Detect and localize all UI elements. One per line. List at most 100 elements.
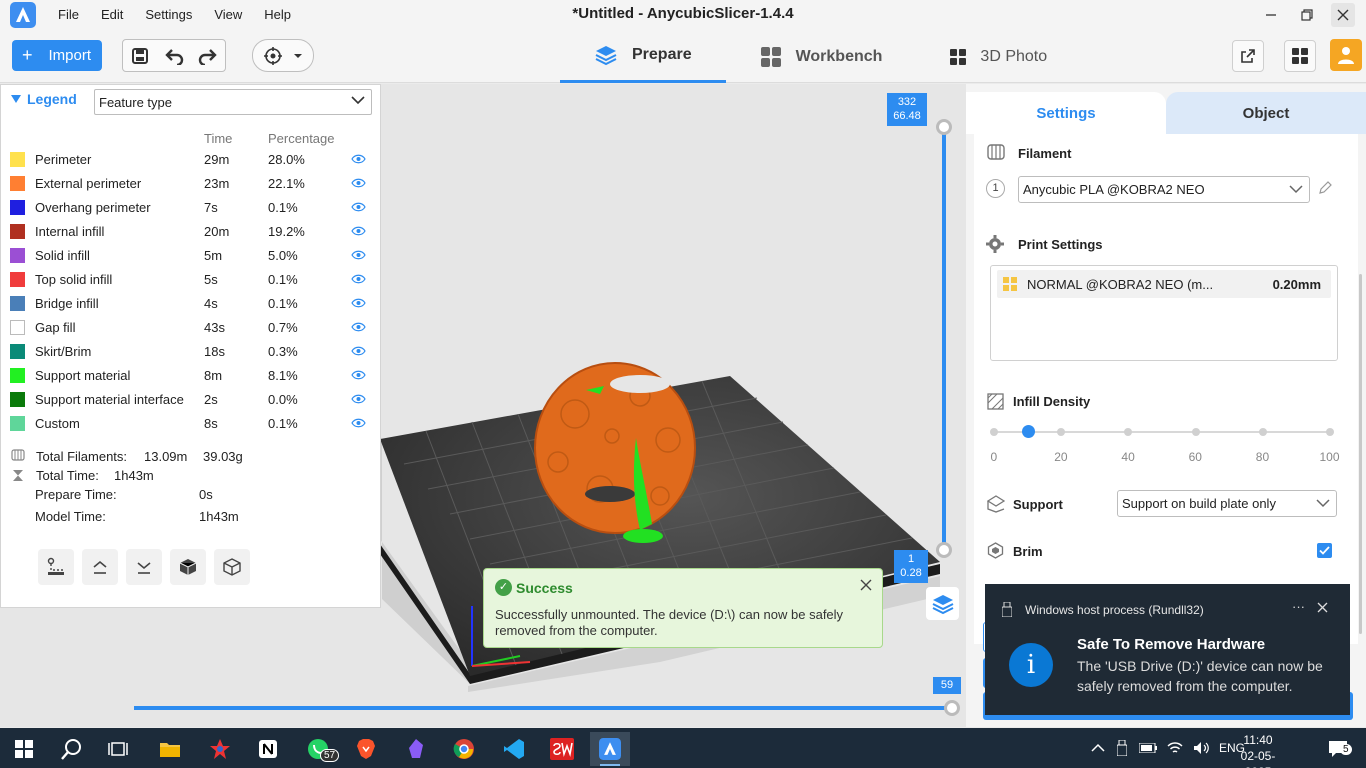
notification-title: Safe To Remove Hardware — [1077, 636, 1266, 653]
minimize-button[interactable] — [1259, 3, 1283, 27]
save-button[interactable] — [123, 40, 157, 71]
apps-button[interactable] — [1284, 40, 1316, 72]
move-slider[interactable] — [134, 706, 952, 710]
user-avatar[interactable] — [1330, 39, 1362, 71]
layer-range-slider[interactable] — [942, 126, 946, 550]
travel-toggle-button[interactable] — [38, 549, 74, 585]
move-slider-value: 59 — [933, 677, 961, 694]
move-slider-handle[interactable] — [944, 700, 960, 716]
top-layer-handle[interactable] — [936, 119, 952, 135]
eye-icon[interactable] — [351, 298, 366, 308]
volume-icon[interactable] — [1193, 741, 1209, 755]
eye-icon[interactable] — [351, 226, 366, 236]
tab-3d-photo-label: 3D Photo — [980, 47, 1048, 65]
tab-workbench[interactable]: Workbench — [726, 30, 917, 83]
infill-slider-track[interactable] — [994, 431, 1330, 433]
eye-icon[interactable] — [351, 154, 366, 164]
legend-item-percentage: 5.0% — [268, 248, 298, 263]
wifi-icon[interactable] — [1167, 741, 1183, 755]
toast-close-button[interactable] — [860, 576, 872, 596]
legend-toggle[interactable]: Legend — [11, 91, 77, 107]
eye-icon[interactable] — [351, 274, 366, 284]
taskbar-notion[interactable] — [248, 732, 288, 766]
eye-icon[interactable] — [351, 202, 366, 212]
legend-type-select[interactable]: Feature type — [94, 89, 372, 115]
eye-icon[interactable] — [351, 322, 366, 332]
usb-tray-icon[interactable] — [1117, 740, 1127, 756]
whatsapp-badge: 57 — [320, 749, 340, 762]
bottom-layer-tag: 1 0.28 — [894, 550, 928, 583]
eye-icon[interactable] — [351, 370, 366, 380]
hourglass-icon — [13, 470, 23, 481]
eye-icon[interactable] — [351, 394, 366, 404]
infill-tick[interactable] — [990, 428, 998, 436]
infill-tick[interactable] — [1258, 428, 1267, 436]
taskbar-obsidian[interactable] — [396, 732, 436, 766]
legend-item-name: Bridge infill — [35, 296, 99, 311]
taskbar-whatsapp[interactable]: 57 — [298, 732, 340, 766]
chevrons-down-icon — [137, 562, 151, 574]
import-button[interactable]: + Import — [12, 40, 102, 71]
main-toolbar: + Import Prepare Workbench 3D Photo — [0, 30, 1366, 83]
undo-button[interactable] — [157, 40, 191, 71]
brim-checkbox[interactable] — [1317, 543, 1332, 558]
view-dropdown[interactable] — [252, 39, 314, 72]
infill-tick[interactable] — [1326, 428, 1334, 436]
edit-pencil-icon[interactable] — [1318, 181, 1332, 195]
clock-time: 11:40 — [1243, 733, 1273, 747]
notification-close-button[interactable] — [1317, 600, 1328, 616]
notification-more-button[interactable]: ··· — [1292, 599, 1305, 614]
infill-tick[interactable] — [1124, 428, 1133, 436]
taskbar-paint-app[interactable] — [200, 732, 240, 766]
clock[interactable]: 11:40 02-05-2025 — [1232, 732, 1284, 768]
infill-tick[interactable] — [1191, 428, 1200, 436]
eye-icon[interactable] — [351, 346, 366, 356]
collapse-down-button[interactable] — [126, 549, 162, 585]
print-profile-select[interactable]: NORMAL @KOBRA2 NEO (m... 0.20mm — [997, 270, 1331, 298]
legend-item-name: Gap fill — [35, 320, 76, 335]
tab-prepare[interactable]: Prepare — [560, 30, 726, 83]
infill-slider-handle[interactable] — [1021, 425, 1035, 438]
chevron-up-icon[interactable] — [1091, 743, 1105, 753]
model-time-label: Model Time: — [35, 509, 106, 524]
eye-icon[interactable] — [351, 178, 366, 188]
filament-select[interactable]: Anycubic PLA @KOBRA2 NEO — [1018, 176, 1310, 203]
support-select[interactable]: Support on build plate only — [1117, 490, 1337, 517]
action-center-button[interactable]: 5 — [1318, 732, 1358, 766]
taskbar-file-explorer[interactable] — [150, 732, 190, 766]
layers-view-button[interactable] — [926, 587, 959, 620]
tab-3d-photo[interactable]: 3D Photo — [916, 30, 1081, 83]
infill-tick-label: 100 — [1319, 450, 1340, 464]
external-link-button[interactable] — [1232, 40, 1264, 72]
windows-logo-icon — [15, 740, 33, 758]
start-button[interactable] — [4, 732, 44, 766]
eye-icon[interactable] — [351, 418, 366, 428]
legend-title: Legend — [27, 91, 77, 107]
infill-tick[interactable] — [1057, 428, 1066, 436]
wire-cube-button[interactable] — [214, 549, 250, 585]
taskbar-solidworks[interactable] — [542, 732, 582, 766]
windows-notification[interactable]: Windows host process (Rundll32) ··· i Sa… — [985, 584, 1350, 715]
bottom-layer-handle[interactable] — [936, 542, 952, 558]
plus-icon: + — [22, 45, 33, 65]
battery-icon[interactable] — [1139, 743, 1157, 753]
tab-settings[interactable]: Settings — [966, 92, 1166, 134]
task-view-button[interactable] — [98, 732, 138, 766]
redo-button[interactable] — [191, 40, 225, 71]
taskbar-brave[interactable] — [346, 732, 386, 766]
eye-icon[interactable] — [351, 250, 366, 260]
solid-cube-button[interactable] — [170, 549, 206, 585]
settings-scrollbar[interactable] — [1359, 274, 1362, 634]
taskbar-vscode[interactable] — [494, 732, 534, 766]
legend-swatch — [10, 152, 25, 167]
legend-item-time: 23m — [204, 176, 230, 191]
taskbar-chrome[interactable] — [444, 732, 484, 766]
close-window-button[interactable] — [1331, 3, 1355, 27]
restore-button[interactable] — [1295, 3, 1319, 27]
taskbar-anycubic-slicer[interactable] — [590, 732, 630, 766]
paint-icon — [210, 739, 230, 759]
collapse-up-button[interactable] — [82, 549, 118, 585]
search-button[interactable] — [52, 732, 92, 766]
support-icon — [987, 495, 1005, 513]
tab-object[interactable]: Object — [1166, 92, 1366, 134]
